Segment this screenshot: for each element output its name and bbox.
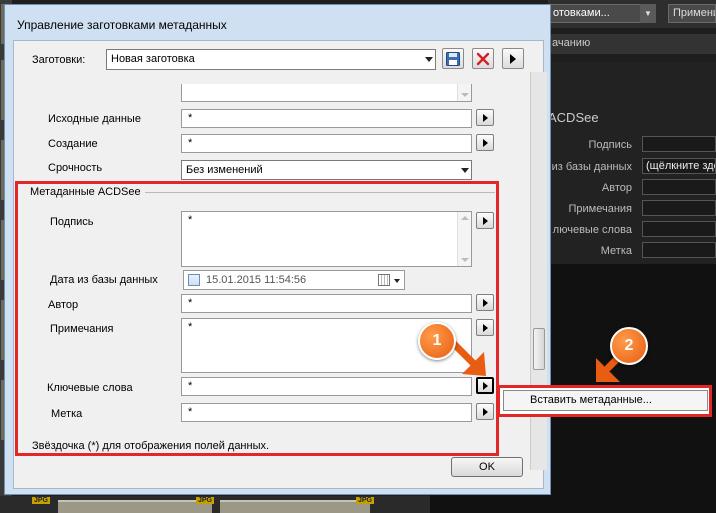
scroll-up-icon[interactable] bbox=[461, 216, 469, 220]
author-field[interactable]: * bbox=[181, 294, 472, 313]
background-row-field[interactable] bbox=[642, 200, 716, 216]
background-row-label: из базы данных bbox=[551, 161, 632, 173]
insert-metadata-menu-item[interactable]: Вставить метаданные... bbox=[503, 390, 708, 411]
caption-label: Подпись bbox=[50, 216, 94, 228]
delete-preset-button[interactable] bbox=[472, 48, 494, 69]
background-row-field[interactable] bbox=[642, 136, 716, 152]
play-arrow-icon bbox=[482, 138, 488, 147]
urgency-select-value: Без изменений bbox=[186, 164, 263, 176]
chevron-down-icon[interactable] bbox=[394, 279, 400, 283]
floppy-disk-icon bbox=[446, 51, 460, 66]
db-date-checkbox[interactable] bbox=[188, 274, 200, 286]
calendar-icon[interactable] bbox=[378, 274, 390, 286]
background-row-label: лючевые слова bbox=[552, 224, 632, 236]
background-row-label: Автор bbox=[601, 182, 632, 194]
urgency-label: Срочность bbox=[48, 162, 103, 174]
acdsee-section-title: Метаданные ACDSee bbox=[30, 186, 141, 198]
db-date-picker[interactable]: 15.01.2015 11:54:56 bbox=[183, 270, 405, 290]
chevron-down-icon bbox=[425, 57, 433, 62]
creation-label: Создание bbox=[48, 138, 98, 150]
section-divider bbox=[145, 192, 495, 193]
jpg-badge: JPG bbox=[356, 497, 375, 504]
previous-field-area[interactable] bbox=[181, 84, 472, 102]
background-row-field[interactable] bbox=[642, 221, 716, 237]
jpg-badge: JPG bbox=[196, 497, 215, 504]
background-row-field[interactable]: (щёлкните зде bbox=[642, 158, 716, 174]
author-label: Автор bbox=[48, 299, 79, 311]
play-arrow-icon bbox=[482, 298, 488, 307]
caption-value: * bbox=[188, 214, 193, 226]
thumbnail[interactable] bbox=[220, 500, 370, 513]
caption-insert-button[interactable] bbox=[476, 212, 494, 229]
urgency-select[interactable]: Без изменений bbox=[181, 160, 472, 180]
keywords-field[interactable]: * bbox=[181, 377, 472, 396]
save-preset-button[interactable] bbox=[442, 48, 464, 69]
label-insert-button[interactable] bbox=[476, 403, 494, 420]
field-scrollbar[interactable] bbox=[457, 84, 471, 101]
background-sort-header[interactable]: ачанию bbox=[548, 34, 716, 54]
notes-value: * bbox=[188, 321, 193, 333]
chevron-down-icon bbox=[461, 168, 469, 173]
background-section-title: ACDSee bbox=[548, 110, 599, 125]
background-row-label: Подпись bbox=[588, 139, 632, 151]
scroll-down-icon[interactable] bbox=[461, 93, 469, 97]
scrollbar-thumb[interactable] bbox=[533, 328, 545, 370]
keywords-label: Ключевые слова bbox=[47, 382, 133, 394]
chevron-down-icon[interactable]: ▼ bbox=[640, 4, 656, 23]
field-scrollbar[interactable] bbox=[457, 212, 471, 266]
dialog-title: Управление заготовками метаданных bbox=[17, 18, 227, 32]
play-arrow-icon bbox=[510, 53, 516, 64]
source-data-insert-button[interactable] bbox=[476, 109, 494, 126]
scroll-down-icon[interactable] bbox=[461, 258, 469, 262]
caption-field[interactable]: * bbox=[181, 211, 472, 267]
db-date-value: 15.01.2015 11:54:56 bbox=[206, 274, 307, 286]
play-arrow-icon bbox=[482, 216, 488, 225]
background-row-field[interactable] bbox=[642, 179, 716, 195]
source-data-label: Исходные данные bbox=[48, 113, 141, 125]
step-badge-2: 2 bbox=[610, 327, 648, 365]
background-row-field[interactable] bbox=[642, 242, 716, 258]
creation-insert-button[interactable] bbox=[476, 134, 494, 151]
db-date-label: Дата из базы данных bbox=[50, 274, 158, 286]
label-field[interactable]: * bbox=[181, 403, 472, 422]
background-apply-button[interactable]: Примени bbox=[668, 4, 716, 23]
preset-select-value: Новая заготовка bbox=[111, 53, 195, 65]
hint-text: Звёздочка (*) для отображения полей данн… bbox=[32, 440, 270, 452]
jpg-badge: JPG bbox=[32, 497, 51, 504]
background-row-label: Примечания bbox=[568, 203, 632, 215]
author-insert-button[interactable] bbox=[476, 294, 494, 311]
background-row-label: Метка bbox=[600, 245, 632, 257]
play-arrow-icon bbox=[482, 407, 488, 416]
label-label: Метка bbox=[51, 408, 83, 420]
red-x-icon bbox=[476, 52, 490, 65]
step-badge-1: 1 bbox=[418, 322, 456, 360]
creation-field[interactable]: * bbox=[181, 134, 472, 153]
presets-label: Заготовки: bbox=[32, 54, 86, 66]
notes-label: Примечания bbox=[50, 323, 114, 335]
preset-select[interactable]: Новая заготовка bbox=[106, 49, 436, 70]
play-arrow-icon bbox=[482, 113, 488, 122]
ok-button[interactable]: OK bbox=[451, 457, 523, 477]
source-data-field[interactable]: * bbox=[181, 109, 472, 128]
thumbnail[interactable] bbox=[58, 500, 150, 513]
preset-menu-button[interactable] bbox=[502, 48, 524, 69]
